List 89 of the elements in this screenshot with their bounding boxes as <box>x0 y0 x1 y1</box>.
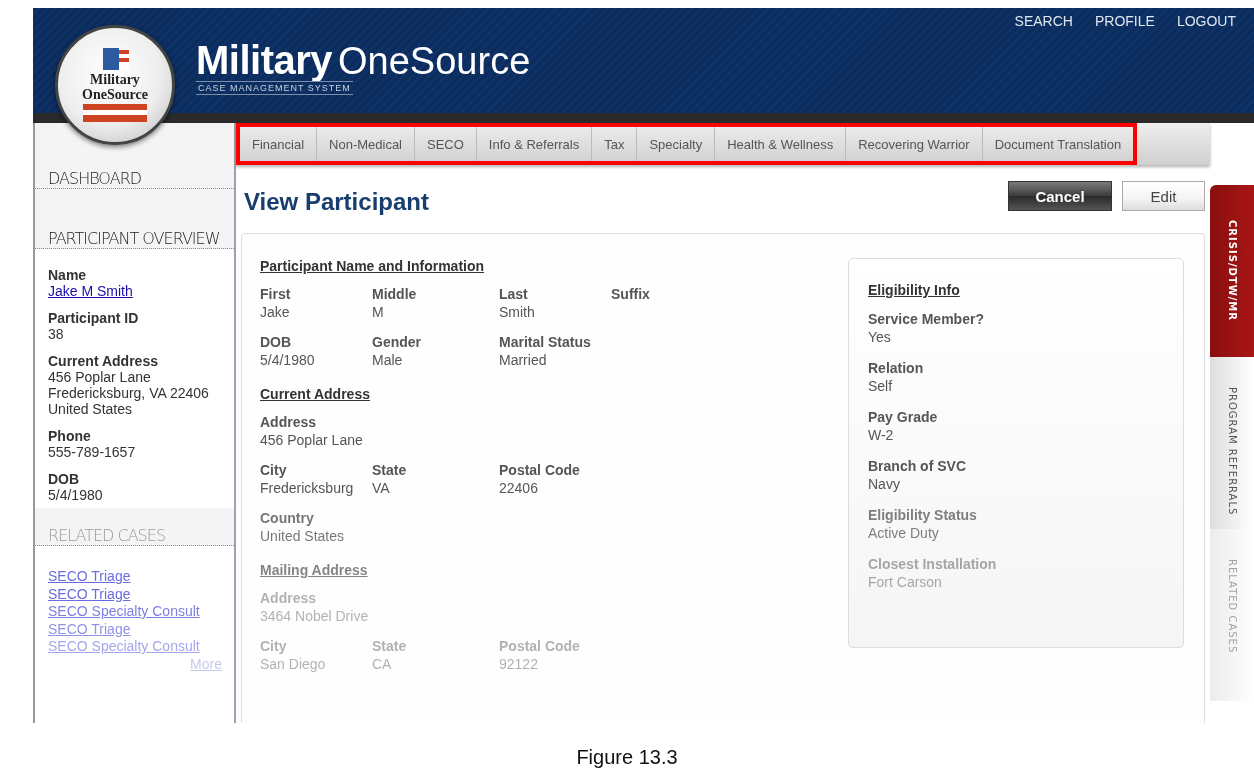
section-heading: Eligibility Info <box>868 282 961 298</box>
related-case-link[interactable]: SECO Triage <box>48 568 131 586</box>
field-label: DOB <box>260 334 293 350</box>
logo-text: Military <box>90 72 140 87</box>
flag-stripes-icon <box>83 104 147 122</box>
section-heading: PARTICIPANT OVERVIEW <box>47 229 220 249</box>
field-label: Last <box>499 286 529 302</box>
related-case-link[interactable]: SECO Triage <box>48 585 131 603</box>
field-label: Branch of SVC <box>868 458 967 474</box>
brand-subtitle: CASE MANAGEMENT SYSTEM <box>196 81 353 95</box>
field-value: Jake <box>260 303 291 322</box>
field-label: Phone <box>48 428 92 444</box>
brand-title-light: OneSource <box>338 40 531 83</box>
field-value: Married <box>499 351 548 370</box>
field-label: Postal Code <box>499 462 581 478</box>
brand-title-bold: Military <box>196 38 333 83</box>
nav-tab[interactable]: Health & Wellness <box>715 127 847 161</box>
nav-tab[interactable]: Info & Referrals <box>476 127 593 161</box>
field-value: 22406 <box>499 479 539 498</box>
field-value: W-2 <box>868 426 895 445</box>
field-label: State <box>372 638 408 654</box>
field-value: 456 Poplar Lane <box>48 369 152 385</box>
field-label: Service Member? <box>868 311 985 327</box>
field-value: Active Duty <box>868 524 940 543</box>
nav-tab[interactable]: Specialty <box>637 127 716 161</box>
header-link[interactable]: LOGOUT <box>1176 13 1236 29</box>
related-case-link[interactable]: SECO Triage <box>48 620 131 638</box>
field-label: Country <box>260 510 315 526</box>
field-label: Current Address <box>48 353 159 369</box>
section-heading: Current Address <box>260 386 371 402</box>
field-label: Participant ID <box>48 310 140 326</box>
participant-link[interactable]: Jake M Smith <box>48 283 133 299</box>
nav-tab[interactable]: Document Translation <box>982 127 1134 161</box>
field-value: Fort Carson <box>868 573 943 592</box>
cancel-button[interactable]: Cancel <box>1008 181 1112 211</box>
field-value: 92122 <box>499 655 539 674</box>
header-link[interactable]: SEARCH <box>1014 13 1073 29</box>
header-link[interactable]: PROFILE <box>1094 13 1155 29</box>
field-value: 456 Poplar Lane <box>260 431 364 450</box>
side-tab[interactable]: CRISIS/DTW/MR <box>1210 185 1254 357</box>
logo-text: OneSource <box>82 87 148 102</box>
field-label: Postal Code <box>499 638 581 654</box>
field-label: City <box>260 638 288 654</box>
field-value: Smith <box>499 303 536 322</box>
field-label: Gender <box>372 334 422 350</box>
nav-tab[interactable]: Tax <box>592 127 638 161</box>
page-title: View Participant <box>244 188 430 216</box>
field-label: Address <box>260 414 318 430</box>
field-label: City <box>260 462 288 478</box>
field-value: United States <box>48 401 134 417</box>
dashboard-link[interactable]: DASHBOARD <box>35 169 142 189</box>
nav-tab[interactable]: Financial <box>240 127 318 161</box>
field-value: Male <box>372 351 404 370</box>
field-value: 5/4/1980 <box>48 487 104 503</box>
field-label: State <box>372 462 408 478</box>
field-value: 3464 Nobel Drive <box>260 607 370 626</box>
field-value: Fredericksburg <box>260 479 355 498</box>
field-label: Closest Installation <box>868 556 998 572</box>
field-label: Name <box>48 267 88 283</box>
field-value: San Diego <box>260 655 327 674</box>
field-label: First <box>260 286 292 302</box>
field-value: 38 <box>48 326 65 342</box>
field-value: United States <box>260 527 346 546</box>
field-label: Marital Status <box>499 334 592 350</box>
edit-button[interactable]: Edit <box>1122 181 1205 211</box>
section-heading: Mailing Address <box>260 562 369 578</box>
field-value: VA <box>372 479 391 498</box>
field-value: CA <box>372 655 393 674</box>
field-value: 5/4/1980 <box>260 351 316 370</box>
field-value: Self <box>868 377 894 396</box>
field-value: Navy <box>868 475 901 494</box>
field-label: Middle <box>372 286 418 302</box>
nav-tab[interactable]: Recovering Warrior <box>846 127 983 161</box>
field-value: 555-789-1657 <box>48 444 137 460</box>
nav-tab[interactable]: Non-Medical <box>317 127 415 161</box>
field-label: Pay Grade <box>868 409 939 425</box>
figure-caption: Figure 13.3 <box>575 746 679 769</box>
nav-tab[interactable]: SECO <box>415 127 477 161</box>
field-label: Address <box>260 590 318 606</box>
field-label: DOB <box>48 471 81 487</box>
section-heading: Participant Name and Information <box>260 258 486 274</box>
field-label: Eligibility Status <box>868 507 978 523</box>
related-case-link[interactable]: SECO Specialty Consult <box>48 603 200 621</box>
section-heading: RELATED CASES <box>47 526 166 546</box>
field-value: M <box>372 303 385 322</box>
field-value: Yes <box>868 328 892 347</box>
field-label: Relation <box>868 360 925 376</box>
field-label: Suffix <box>611 286 651 302</box>
field-value: Fredericksburg, VA 22406 <box>48 385 210 401</box>
